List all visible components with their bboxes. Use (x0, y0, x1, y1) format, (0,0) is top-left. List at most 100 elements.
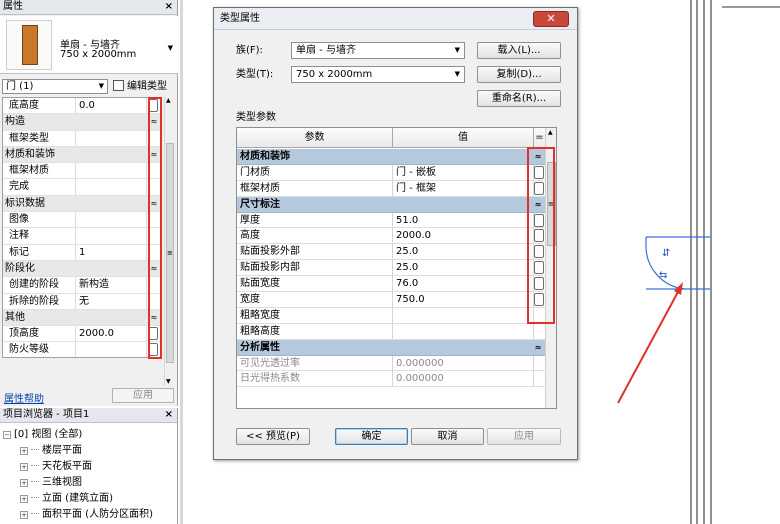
property-value[interactable]: 1 (76, 244, 147, 260)
parameter-value[interactable]: 750.0 (393, 292, 534, 307)
duplicate-button[interactable]: 复制(D)... (477, 66, 561, 83)
parameter-row[interactable]: 厚度 51.0 (237, 212, 545, 229)
family-dropdown[interactable]: 单扇 - 与墙齐 ▼ (291, 42, 465, 59)
property-row[interactable]: 防火等级 (3, 342, 161, 357)
properties-help-link[interactable]: 属性帮助 (4, 390, 44, 405)
expand-icon[interactable]: + (20, 447, 28, 455)
property-value[interactable] (76, 179, 147, 195)
column-header-parameter[interactable]: 参数 (237, 128, 393, 147)
property-row[interactable]: 底高度 0.0 (3, 98, 161, 115)
property-row[interactable]: 完成 (3, 179, 161, 196)
parameter-row[interactable]: 框架材质门 - 框架 (237, 180, 545, 197)
parameter-row[interactable]: 粗略高度 (237, 323, 545, 340)
parameter-value[interactable]: 0.000000 (393, 355, 534, 371)
parameter-row[interactable]: 可见光透过率 0.000000 (237, 355, 545, 372)
close-icon[interactable]: ✕ (533, 11, 569, 27)
property-value[interactable] (76, 163, 147, 179)
ok-button[interactable]: 确定 (335, 428, 408, 445)
expand-icon[interactable]: + (20, 479, 28, 487)
property-group-row[interactable]: 标识数据 ≈ (3, 195, 161, 213)
property-value[interactable]: 2000.0 (76, 326, 147, 342)
property-row[interactable]: 注释 (3, 228, 161, 245)
parameter-row[interactable]: 门材质门 - 嵌板 (237, 164, 545, 181)
property-value[interactable]: 无 (76, 293, 147, 309)
property-group-row[interactable]: 材质和装饰 ≈ (3, 146, 161, 164)
close-icon[interactable]: × (165, 0, 173, 14)
parameter-row[interactable]: 日光得热系数 0.000000 (237, 371, 545, 388)
column-header-formula[interactable]: = (534, 128, 545, 147)
property-group-row[interactable]: 其他 ≈ (3, 309, 161, 327)
parameter-group-row[interactable]: 材质和装饰 ≈ (237, 149, 545, 165)
instance-properties-grid: 底高度 0.0 构造 ≈ 框架类型 材质和装饰 ≈ 框架材质 完成 标识数据 ≈ 图像 注释 标记 1 阶段化… (2, 97, 162, 358)
parameter-row[interactable]: 高度 2000.0 (237, 228, 545, 245)
group-label: 阶段化 (5, 262, 35, 274)
column-header-value[interactable]: 值 (393, 128, 534, 147)
property-row[interactable]: 拆除的阶段无 (3, 293, 161, 310)
instance-filter-dropdown[interactable]: 门 (1) ▼ (2, 79, 108, 94)
parameter-name: 粗略高度 (237, 323, 393, 339)
collapse-icon[interactable]: − (3, 431, 11, 439)
rename-button[interactable]: 重命名(R)... (477, 90, 561, 107)
parameter-value[interactable]: 2000.0 (393, 228, 534, 244)
dialog-apply-button[interactable]: 应用 (487, 428, 561, 445)
property-value[interactable] (76, 342, 147, 357)
property-row[interactable]: 图像 (3, 212, 161, 229)
property-row[interactable]: 框架材质 (3, 163, 161, 180)
properties-apply-button[interactable]: 应用 (112, 388, 174, 403)
expand-icon[interactable]: + (20, 463, 28, 471)
tree-connector (31, 481, 39, 482)
parameter-row[interactable]: 贴面投影内部 25.0 (237, 260, 545, 277)
type-parameters-grid: 参数 值 = 材质和装饰 ≈ 门材质门 - 嵌板 框架材质门 - 框架 尺寸标注 ≈ 厚度 5… (236, 127, 557, 409)
parameter-group-row[interactable]: 尺寸标注 ≈ (237, 196, 545, 213)
edit-type-button[interactable]: 编辑类型 (113, 79, 167, 94)
property-row[interactable]: 顶高度 2000.0 (3, 326, 161, 343)
parameter-row[interactable]: 贴面宽度 76.0 (237, 276, 545, 293)
parameter-value[interactable] (393, 307, 534, 323)
tree-root-views[interactable]: − [0] 视图 (全部) (3, 428, 82, 442)
parameter-value[interactable]: 25.0 (393, 244, 534, 260)
parameter-row[interactable]: 宽度 750.0 (237, 292, 545, 308)
property-value[interactable]: 新构造 (76, 277, 147, 293)
properties-scrollbar[interactable]: ▲ ≡ ▼ (164, 97, 175, 386)
property-group-row[interactable]: 构造 ≈ (3, 114, 161, 131)
property-group-row[interactable]: 阶段化 ≈ (3, 260, 161, 278)
expand-icon[interactable]: + (20, 495, 28, 503)
preview-button[interactable]: << 预览(P) (236, 428, 310, 445)
cancel-button[interactable]: 取消 (411, 428, 484, 445)
chevron-down-icon: ▼ (454, 46, 460, 54)
property-row[interactable]: 框架类型 (3, 130, 161, 147)
type-selector[interactable]: 单扇 - 与墙齐 750 x 2000mm ▼ (0, 16, 178, 74)
load-button[interactable]: 载入(L)... (477, 42, 561, 59)
annotation-box-dialog (527, 147, 555, 324)
close-icon[interactable]: × (165, 408, 173, 422)
parameter-value[interactable]: 门 - 框架 (393, 180, 534, 196)
property-row[interactable]: 标记 1 (3, 244, 161, 261)
annotation-arrow (617, 282, 683, 404)
parameter-value[interactable]: 门 - 嵌板 (393, 164, 534, 180)
parameter-group-row[interactable]: 分析属性 ≈ (237, 339, 545, 356)
door-symbol[interactable]: ⇵ ⇆ (645, 236, 710, 290)
parameter-value[interactable] (393, 323, 534, 339)
tree-item[interactable]: + 立面 (建筑立面) (20, 492, 113, 506)
parameter-value[interactable]: 25.0 (393, 260, 534, 276)
tree-item[interactable]: + 天花板平面 (20, 460, 92, 474)
parameter-value[interactable]: 76.0 (393, 276, 534, 292)
property-row[interactable]: 创建的阶段 新构造 (3, 277, 161, 294)
parameter-value[interactable]: 0.000000 (393, 371, 534, 387)
tree-item[interactable]: + 楼层平面 (20, 444, 82, 458)
type-dropdown[interactable]: 750 x 2000mm ▼ (291, 66, 465, 83)
collapse-icon[interactable]: ≈ (531, 340, 545, 355)
parameter-value[interactable]: 51.0 (393, 212, 534, 228)
property-value[interactable] (76, 130, 147, 146)
property-value[interactable] (76, 228, 147, 244)
tree-item[interactable]: + 面积平面 (人防分区面积) (20, 508, 153, 522)
property-value[interactable] (76, 212, 147, 228)
property-value[interactable]: 0.0 (76, 98, 147, 114)
expand-icon[interactable]: + (20, 511, 28, 519)
parameter-row[interactable]: 粗略宽度 (237, 307, 545, 324)
property-name: 框架材质 (3, 163, 76, 179)
chevron-down-icon[interactable]: ▼ (168, 44, 173, 52)
parameter-row[interactable]: 贴面投影外部 25.0 (237, 244, 545, 261)
tree-item[interactable]: + 三维视图 (20, 476, 82, 490)
door-thumbnail (6, 20, 52, 70)
